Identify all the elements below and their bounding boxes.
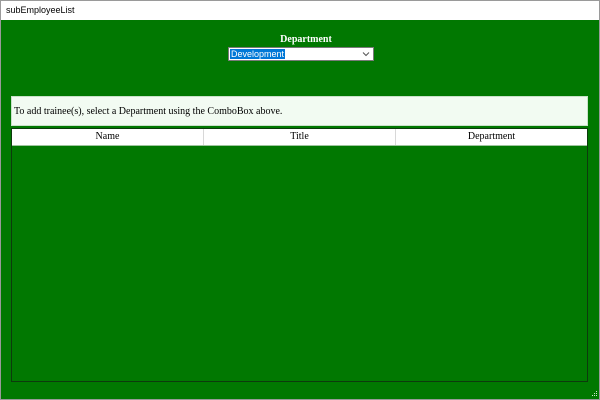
chevron-down-icon[interactable] — [361, 48, 371, 60]
form-body: Department Development To add trainee(s)… — [1, 20, 599, 399]
department-label: Department — [280, 34, 332, 45]
window-title: subEmployeeList — [1, 1, 599, 20]
employee-grid[interactable]: Name Title Department — [11, 128, 588, 382]
grid-header: Name Title Department — [12, 129, 587, 146]
resize-grip-icon[interactable] — [590, 390, 598, 398]
column-header-name[interactable]: Name — [12, 129, 204, 145]
department-selected-value: Development — [230, 49, 286, 59]
instruction-panel: To add trainee(s), select a Department u… — [11, 96, 588, 126]
department-combobox[interactable]: Development — [228, 47, 374, 61]
app-window: subEmployeeList Department Development T… — [0, 0, 600, 400]
column-header-department[interactable]: Department — [396, 129, 587, 145]
column-header-title[interactable]: Title — [204, 129, 396, 145]
instruction-text: To add trainee(s), select a Department u… — [14, 106, 283, 117]
